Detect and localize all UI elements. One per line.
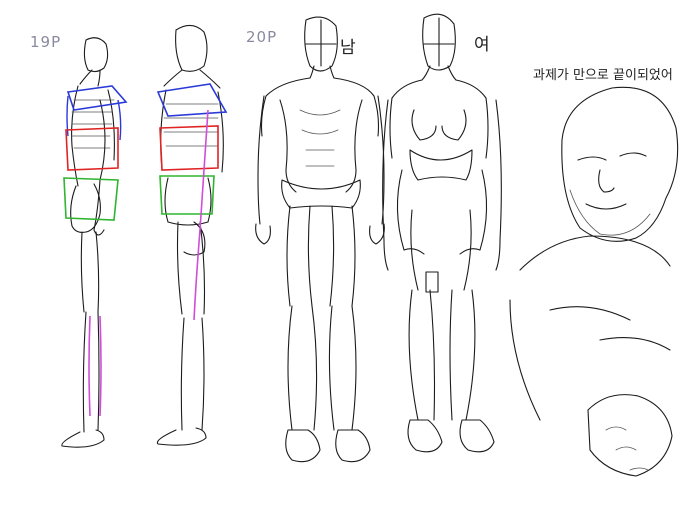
sketch-drawing	[61, 13, 679, 477]
skeleton-figure-2	[156, 24, 228, 446]
character-portrait	[509, 86, 679, 477]
skeleton-figure-1	[61, 37, 128, 448]
female-figure	[382, 13, 502, 453]
male-figure	[255, 16, 385, 463]
sketch-canvas: 19P 20P 남 여 과제가 만으로 끝이되었어	[0, 0, 680, 510]
